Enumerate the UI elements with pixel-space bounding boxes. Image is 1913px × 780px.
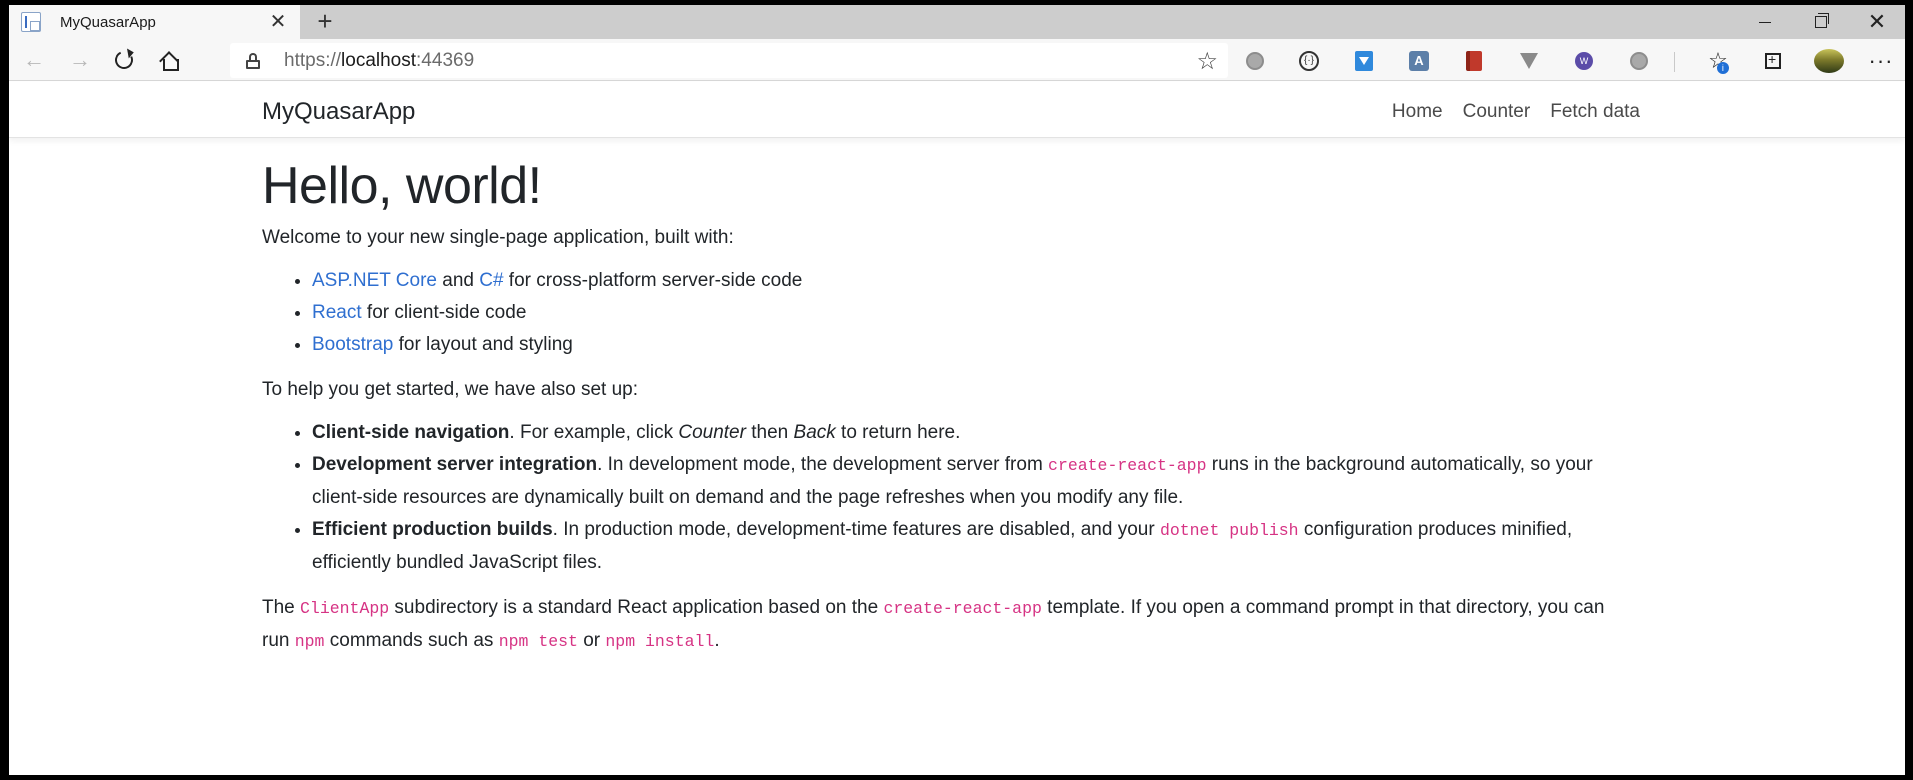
text: Counter (678, 422, 746, 443)
text: subdirectory is a standard React applica… (389, 597, 884, 618)
extension-translate-icon[interactable]: A (1406, 48, 1432, 74)
close-icon: ✕ (1867, 9, 1887, 34)
browser-toolbar: ← → https://localhost:44369 ☆ {·} A W ☆ i… (9, 39, 1905, 81)
url-port: :44369 (416, 50, 475, 71)
lock-icon[interactable] (246, 53, 260, 69)
extension-download-icon[interactable] (1351, 48, 1377, 74)
collections-button[interactable] (1758, 47, 1788, 75)
tab-title: MyQuasarApp (60, 13, 156, 31)
refresh-button[interactable] (106, 43, 142, 77)
inline-code: ClientApp (300, 599, 390, 618)
text: and (436, 270, 480, 291)
list-item: Bootstrap for layout and styling (312, 329, 1662, 361)
bootstrap-link[interactable]: Bootstrap (312, 334, 393, 355)
intro-text: Welcome to your new single-page applicat… (262, 227, 734, 248)
url-host: localhost (341, 50, 417, 71)
favorite-star-icon[interactable]: ☆ (1196, 47, 1218, 76)
list-item: ASP.NET Core and C# for cross-platform s… (312, 265, 1662, 297)
nav-link-fetch-data[interactable]: Fetch data (1550, 101, 1640, 123)
url-scheme: https:// (284, 50, 342, 71)
list-item: Client-side navigation. For example, cli… (312, 417, 1612, 449)
tech-list: ASP.NET Core and C# for cross-platform s… (312, 265, 1662, 361)
back-button[interactable]: ← (16, 43, 52, 77)
feature-title: Development server integration (312, 454, 598, 475)
navbar-brand[interactable]: MyQuasarApp (262, 98, 415, 126)
tab-active[interactable]: MyQuasarApp ✕ (9, 5, 300, 39)
minimize-icon (1759, 21, 1771, 23)
inline-code: create-react-app (883, 599, 1042, 618)
text: . For example, click (509, 422, 679, 443)
more-menu-button[interactable]: ··· (1866, 47, 1896, 75)
inline-code: create-react-app (1048, 456, 1207, 475)
text: to return here. (835, 422, 961, 443)
tab-strip: MyQuasarApp ✕ + ✕ (9, 5, 1905, 39)
forward-button[interactable]: → (62, 43, 98, 77)
navbar-links: Home Counter Fetch data (1372, 101, 1640, 123)
text: then (745, 422, 794, 443)
inline-code: npm test (498, 632, 578, 651)
profile-button[interactable] (1814, 47, 1844, 75)
text: Back (793, 422, 836, 443)
arrow-left-icon: ← (23, 47, 45, 72)
favorites-button[interactable]: ☆ i (1703, 47, 1733, 75)
address-bar[interactable]: https://localhost:44369 ☆ (230, 43, 1228, 78)
feature-title: Efficient production builds (312, 519, 553, 540)
url-text[interactable]: https://localhost:44369 (284, 50, 474, 72)
arrow-right-icon: → (69, 47, 91, 72)
feature-title: Client-side navigation (312, 422, 510, 443)
text: or (577, 630, 606, 651)
aspnet-core-link[interactable]: ASP.NET Core (312, 270, 437, 291)
list-item: Development server integration. In devel… (312, 449, 1612, 514)
toolbar-divider (1674, 52, 1675, 72)
text: for layout and styling (393, 334, 573, 355)
inline-code: npm (294, 632, 325, 651)
closing-paragraph: The ClientApp subdirectory is a standard… (262, 592, 1632, 658)
collections-icon (1765, 51, 1781, 69)
extension-vue-icon[interactable] (1516, 48, 1542, 74)
avatar (1814, 49, 1844, 73)
refresh-icon (112, 48, 136, 72)
home-button[interactable] (151, 43, 187, 77)
browser-window: MyQuasarApp ✕ + ✕ ← → https://localhost:… (9, 5, 1905, 775)
text: . In production mode, development-time f… (552, 519, 1160, 540)
text: commands such as (324, 630, 499, 651)
tab-close-icon[interactable]: ✕ (268, 12, 288, 32)
web-page: MyQuasarApp Home Counter Fetch data Hell… (9, 82, 1905, 775)
text: for client-side code (361, 302, 527, 323)
favorites-badge: i (1716, 62, 1729, 74)
text: for cross-platform server-side code (503, 270, 803, 291)
favorites-star-icon: ☆ i (1708, 48, 1729, 74)
extension-gray-2-icon[interactable] (1626, 48, 1652, 74)
csharp-link[interactable]: C# (479, 270, 503, 291)
page-favicon-icon (21, 12, 41, 32)
list-item: Efficient production builds. In producti… (312, 514, 1612, 579)
nav-link-counter[interactable]: Counter (1463, 101, 1531, 123)
extension-purple-icon[interactable]: W (1571, 48, 1597, 74)
nav-link-home[interactable]: Home (1392, 101, 1443, 123)
close-window-button[interactable]: ✕ (1849, 5, 1905, 39)
text: . In development mode, the development s… (597, 454, 1049, 475)
minimize-button[interactable] (1737, 5, 1793, 39)
site-navbar: MyQuasarApp Home Counter Fetch data (9, 82, 1905, 138)
inline-code: npm install (605, 632, 715, 651)
extension-code-icon[interactable]: {·} (1296, 48, 1322, 74)
extension-gray-icon[interactable] (1242, 48, 1268, 74)
page-heading: Hello, world! (262, 157, 542, 215)
list-item: React for client-side code (312, 297, 1662, 329)
home-icon (160, 51, 179, 71)
restore-button[interactable] (1793, 5, 1849, 39)
restore-icon (1815, 13, 1829, 28)
extension-book-icon[interactable] (1461, 48, 1487, 74)
inline-code: dotnet publish (1159, 521, 1299, 540)
text: The (262, 597, 301, 618)
main-content: Hello, world! Welcome to your new single… (262, 156, 1662, 658)
new-tab-button[interactable]: + (310, 7, 340, 37)
react-link[interactable]: React (312, 302, 362, 323)
text: . (714, 630, 720, 651)
features-list: Client-side navigation. For example, cli… (312, 417, 1612, 579)
setup-intro-text: To help you get started, we have also se… (262, 379, 639, 400)
